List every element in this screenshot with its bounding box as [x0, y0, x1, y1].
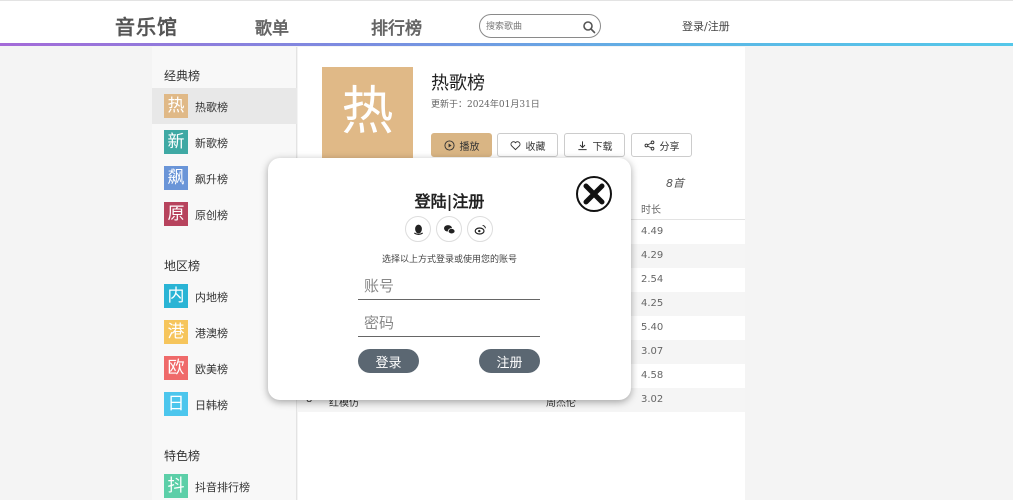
sidebar-item-label: 原创榜 [195, 209, 228, 222]
sidebar-item-new[interactable]: 新 新歌榜 [152, 124, 297, 160]
sidebar-item-label: 内地榜 [195, 291, 228, 304]
group-title-region: 地区榜 [164, 259, 201, 273]
chart-cover: 热 [322, 67, 413, 158]
download-button[interactable]: 下载 [564, 133, 625, 157]
song-duration: 3.02 [641, 394, 664, 405]
login-button[interactable]: 登录 [358, 349, 419, 373]
register-button[interactable]: 注册 [479, 349, 540, 373]
sidebar-item-label: 抖音排行榜 [195, 481, 250, 494]
sidebar-item-label: 港澳榜 [195, 327, 228, 340]
login-hint: 选择以上方式登录或使用您的账号 [381, 255, 517, 265]
song-count: 8首 [666, 177, 684, 190]
sidebar-item-douyin[interactable]: 抖 抖音排行榜 [152, 468, 297, 500]
share-button[interactable]: 分享 [631, 133, 692, 157]
account-field[interactable] [358, 272, 540, 300]
play-icon [443, 139, 455, 151]
share-button-label: 分享 [659, 141, 680, 153]
search-input[interactable] [486, 19, 581, 34]
sidebar-item-hot[interactable]: 热 热歌榜 [152, 88, 297, 124]
song-duration: 4.25 [641, 298, 664, 309]
sidebar-item-label: 欧美榜 [195, 363, 228, 376]
login-register-modal: 登陆|注册 选择以上方式登录或使用您的账号 登录 注册 [268, 158, 631, 400]
badge-hot: 热 [164, 94, 188, 118]
duration-column-header: 时长 [641, 205, 661, 216]
song-duration: 2.54 [641, 274, 664, 285]
site-logo[interactable]: 音乐馆 [115, 11, 178, 40]
header-accent-stripe [0, 43, 1013, 46]
modal-title: 登陆|注册 [414, 192, 485, 211]
badge-jp-kr: 日 [164, 392, 188, 416]
download-icon [577, 140, 587, 150]
song-duration: 3.07 [641, 346, 664, 357]
nav-ranking-link[interactable]: 排行榜 [371, 14, 422, 39]
play-button[interactable]: 播放 [431, 133, 492, 157]
updated-date: 更新于：2024年01月31日 [431, 100, 540, 110]
badge-hk-macau: 港 [164, 320, 188, 344]
wechat-icon [444, 225, 456, 235]
wechat-login-button[interactable] [436, 216, 462, 242]
qq-icon [413, 224, 424, 235]
heart-icon [510, 140, 520, 150]
play-button-label: 播放 [459, 141, 480, 153]
sidebar-item-label: 飙升榜 [195, 173, 228, 186]
search-box [479, 14, 601, 38]
badge-douyin: 抖 [164, 474, 188, 498]
song-duration: 5.40 [641, 322, 664, 333]
collect-button-label: 收藏 [525, 141, 546, 153]
sidebar-item-label: 日韩榜 [195, 399, 228, 412]
share-icon [644, 140, 654, 150]
group-title-featured: 特色榜 [164, 449, 201, 463]
password-field[interactable] [358, 309, 540, 337]
badge-original: 原 [164, 202, 188, 226]
qq-login-button[interactable] [405, 216, 431, 242]
sidebar-item-label: 热歌榜 [195, 101, 228, 114]
nav-songlist-link[interactable]: 歌单 [255, 14, 289, 39]
login-register-link[interactable]: 登录/注册 [682, 18, 730, 34]
song-duration: 4.29 [641, 250, 664, 261]
top-navigation-bar: 音乐馆 歌单 排行榜 登录/注册 [0, 0, 1013, 46]
badge-new: 新 [164, 130, 188, 154]
group-title-classic: 经典榜 [164, 69, 201, 83]
song-duration: 4.58 [641, 370, 664, 381]
sidebar-item-label: 新歌榜 [195, 137, 228, 150]
search-icon[interactable] [582, 20, 596, 34]
collect-button[interactable]: 收藏 [497, 133, 558, 157]
song-duration: 4.49 [641, 226, 664, 237]
weibo-login-button[interactable] [467, 216, 493, 242]
chart-title: 热歌榜 [431, 73, 485, 94]
badge-rising: 飙 [164, 166, 188, 190]
weibo-icon [474, 225, 486, 235]
download-button-label: 下载 [592, 141, 613, 153]
badge-western: 欧 [164, 356, 188, 380]
badge-mainland: 内 [164, 284, 188, 308]
